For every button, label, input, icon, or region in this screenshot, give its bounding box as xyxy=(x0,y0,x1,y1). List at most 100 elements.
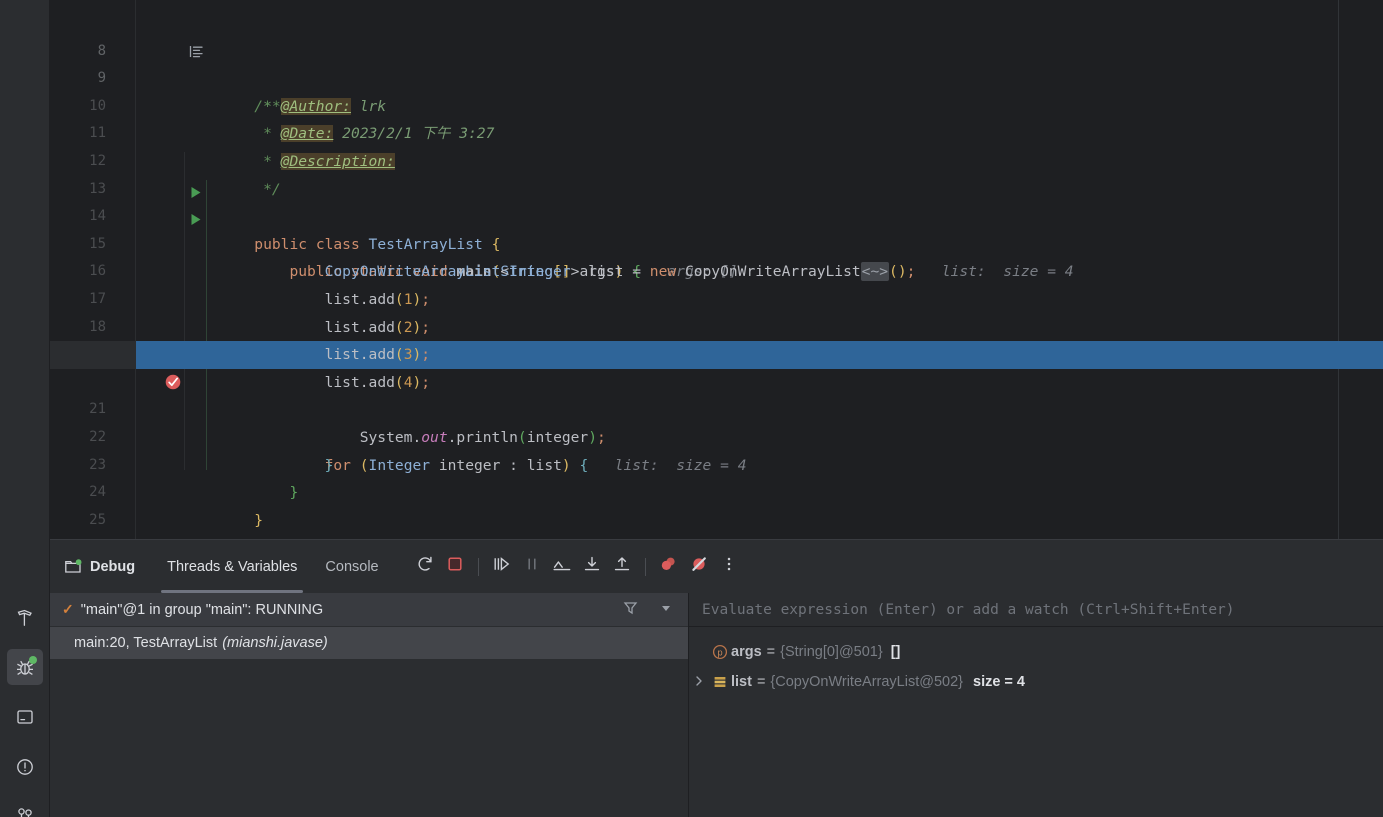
checkmark-icon: ✓ xyxy=(62,601,74,617)
code-line[interactable]: 15 CopyOnWriteArrayList<Integer> list = … xyxy=(89,203,1383,282)
more-options-button[interactable] xyxy=(715,553,743,581)
javadoc-tag-description: @Description: xyxy=(280,152,395,170)
terminal-icon xyxy=(15,707,35,727)
var-list: list xyxy=(588,263,624,281)
literal-1: 1 xyxy=(403,290,413,308)
javadoc-star: * xyxy=(254,97,281,115)
javadoc-close: */ xyxy=(254,180,281,198)
line-number: 8 xyxy=(97,42,106,59)
keyword-class: class xyxy=(315,235,360,253)
line-number: 10 xyxy=(89,97,106,114)
frame-package: (mianshi.javase) xyxy=(222,635,328,651)
line-number: 11 xyxy=(89,125,106,142)
tab-console[interactable]: Console xyxy=(311,540,392,593)
filter-funnel-icon[interactable] xyxy=(615,600,646,620)
breakpoints-icon xyxy=(659,555,678,578)
collection-icon xyxy=(709,674,731,690)
line-number: 7 xyxy=(50,0,106,3)
literal-3: 3 xyxy=(403,346,413,364)
sidebar-item-terminal[interactable] xyxy=(7,699,43,735)
breakpoint-current-icon[interactable] xyxy=(76,345,182,428)
chevron-down-icon[interactable] xyxy=(652,601,680,619)
line-number: 13 xyxy=(89,180,106,197)
thread-selector-bar[interactable]: ✓ "main"@1 in group "main": RUNNING xyxy=(50,593,688,627)
type-integer: Integer xyxy=(368,456,431,474)
mute-breakpoints-icon xyxy=(690,555,708,578)
field-out: out xyxy=(421,428,448,446)
mute-breakpoints-button[interactable] xyxy=(685,553,713,581)
sidebar-item-version-control[interactable] xyxy=(7,797,43,817)
method-add: add xyxy=(368,318,395,336)
type-cowal-ctor: CopyOnWriteArrayList xyxy=(684,263,861,281)
debug-active-badge xyxy=(29,656,37,664)
var-integer: integer xyxy=(438,456,501,474)
diamond-inlay-hint[interactable]: <~> xyxy=(860,262,890,282)
pause-icon xyxy=(523,555,541,578)
sidebar-item-debug[interactable] xyxy=(7,649,43,685)
debug-title-label: Debug xyxy=(90,558,136,575)
ide-window: 7 8 /** 9 * @Author: lrk 10 xyxy=(0,0,1383,817)
inlay-hint-list-label: list: xyxy=(614,456,659,474)
code-line[interactable]: 22 } xyxy=(89,396,1383,474)
frame-location: main:20, TestArrayList xyxy=(74,635,218,651)
code-line[interactable]: 8 /** xyxy=(98,10,1383,115)
pause-button[interactable] xyxy=(518,553,546,581)
step-into-button[interactable] xyxy=(578,553,606,581)
line-number: 9 xyxy=(97,70,106,87)
toolbar-separator xyxy=(477,557,479,576)
rerun-icon xyxy=(416,555,434,578)
var-list: list xyxy=(324,346,360,364)
variable-row-list[interactable]: list = {CopyOnWriteArrayList@502} size =… xyxy=(689,667,1383,697)
javadoc-star: * xyxy=(254,125,281,143)
code-line: 7 xyxy=(98,0,1383,10)
stop-button[interactable] xyxy=(441,553,469,581)
code-line[interactable]: 10 * @Date: 2023/2/1 下午 3:27 xyxy=(89,65,1383,143)
code-line[interactable]: 9 * @Author: lrk xyxy=(98,38,1383,115)
class-system: System xyxy=(359,428,413,446)
line-number: 12 xyxy=(89,152,106,169)
tab-label: Threads & Variables xyxy=(167,558,298,575)
more-vertical-icon xyxy=(720,555,738,578)
var-list: list xyxy=(526,456,562,474)
javadoc-tag-author: @Author: xyxy=(280,97,351,115)
debug-window-title[interactable]: Debug xyxy=(64,558,135,576)
type-integer: Integer xyxy=(509,263,571,281)
debug-window-icon xyxy=(64,558,82,576)
parameter-icon: p xyxy=(709,644,731,660)
variable-name: list xyxy=(731,674,752,690)
step-into-icon xyxy=(583,555,601,578)
editor-text-area[interactable]: 7 8 /** 9 * @Author: lrk 10 xyxy=(50,0,1383,539)
var-list: list xyxy=(324,373,360,391)
tab-label: Console xyxy=(325,558,379,575)
expand-chevron-icon[interactable] xyxy=(689,675,709,690)
resume-button[interactable] xyxy=(488,553,516,581)
step-over-button[interactable] xyxy=(548,553,576,581)
line-number: 14 xyxy=(89,208,106,225)
inlay-hint-list-size: size = 4 xyxy=(1003,263,1074,281)
step-out-button[interactable] xyxy=(608,553,636,581)
sidebar-item-problems[interactable] xyxy=(7,749,43,785)
variable-row-args[interactable]: p args = {String[0]@501} [] xyxy=(689,637,1383,667)
code-editor[interactable]: 7 8 /** 9 * @Author: lrk 10 xyxy=(50,0,1383,539)
inlay-hint-list-size: size = 4 xyxy=(676,456,747,474)
rerun-button[interactable] xyxy=(411,553,439,581)
view-breakpoints-button[interactable] xyxy=(655,553,683,581)
hammer-icon xyxy=(15,608,35,628)
stop-square-icon xyxy=(446,555,464,578)
debug-toolbar xyxy=(411,553,743,581)
evaluate-expression-bar[interactable]: Evaluate expression (Enter) or add a wat… xyxy=(689,593,1383,627)
branch-icon xyxy=(15,805,35,817)
javadoc-date-value: 2023/2/1 下午 3:27 xyxy=(333,125,495,143)
frames-pane: ✓ "main"@1 in group "main": RUNNING main… xyxy=(50,593,688,817)
variable-reference: {String[0]@501} xyxy=(780,644,883,660)
keyword-public: public xyxy=(254,235,308,253)
frame-row[interactable]: main:20, TestArrayList (mianshi.javase) xyxy=(50,627,688,659)
left-tool-strip xyxy=(0,0,50,817)
line-number: 17 xyxy=(89,290,106,307)
code-line[interactable]: 14 public static void main(String[] args… xyxy=(89,176,1383,280)
tab-threads-variables[interactable]: Threads & Variables xyxy=(153,540,311,593)
code-line[interactable]: 25 xyxy=(89,479,1383,528)
variables-pane: Evaluate expression (Enter) or add a wat… xyxy=(689,593,1383,817)
sidebar-item-build[interactable] xyxy=(7,600,43,636)
keyword-new: new xyxy=(649,263,677,281)
